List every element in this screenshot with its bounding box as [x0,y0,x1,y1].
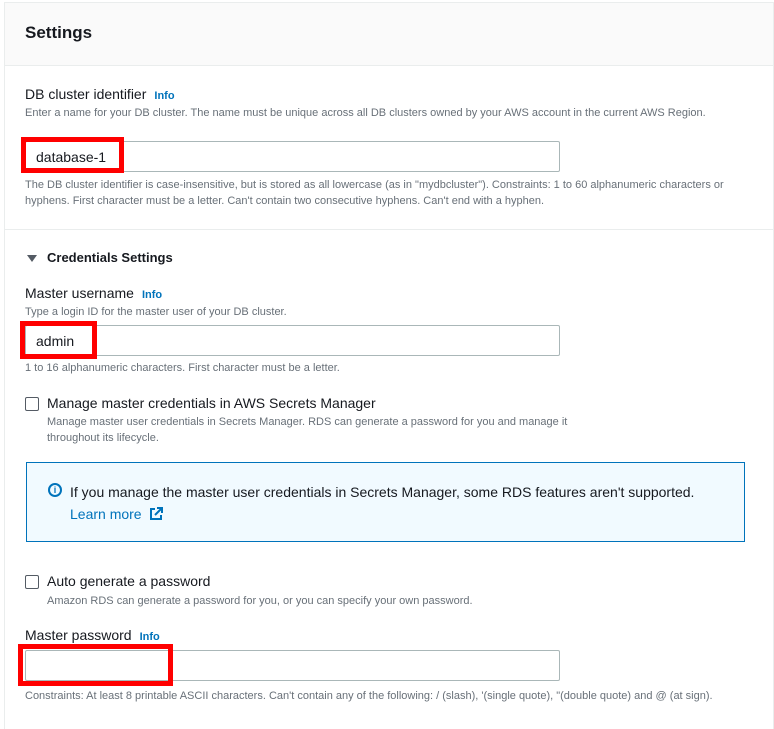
external-link-icon [150,507,164,520]
settings-header: Settings [4,2,774,66]
auto-generate-description: Amazon RDS can generate a password for y… [47,595,473,607]
auto-generate-label[interactable]: Auto generate a password [47,573,210,589]
master-username-input[interactable]: admin [25,325,560,356]
secrets-manager-label[interactable]: Manage master credentials in AWS Secrets… [47,395,376,411]
auto-generate-checkbox[interactable] [25,575,39,589]
section-divider [5,229,773,230]
db-identifier-label: DB cluster identifier [25,86,147,102]
db-identifier-constraint: The DB cluster identifier is case-insens… [25,179,724,207]
db-identifier-info-link[interactable]: Info [154,90,174,102]
master-password-label-row: Master password Info [25,627,160,643]
db-identifier-label-row: DB cluster identifier Info [25,86,175,102]
master-username-label: Master username [25,285,134,301]
learn-more-link[interactable]: Learn more [70,506,164,522]
alert-text: If you manage the master user credential… [70,484,695,500]
secrets-manager-alert: i If you manage the master user credenti… [26,462,745,542]
db-identifier-description: Enter a name for your DB cluster. The na… [25,107,706,119]
highlight-master-password [18,644,173,686]
credentials-settings-toggle[interactable]: Credentials Settings [27,250,173,265]
page-title: Settings [25,23,93,42]
secrets-manager-description: Manage master user credentials in Secret… [47,416,568,444]
credentials-settings-title: Credentials Settings [47,250,173,265]
info-circle-icon: i [48,483,62,497]
master-username-constraint: 1 to 16 alphanumeric characters. First c… [25,362,340,374]
secrets-manager-checkbox[interactable] [25,397,39,411]
highlight-master-username [20,321,97,359]
master-username-description: Type a login ID for the master user of y… [25,306,287,318]
highlight-db-identifier [21,137,124,173]
master-password-info-link[interactable]: Info [140,631,160,643]
master-password-label: Master password [25,627,132,643]
caret-down-icon [27,255,37,263]
master-username-label-row: Master username Info [25,285,162,301]
master-username-info-link[interactable]: Info [142,289,162,301]
learn-more-label: Learn more [70,506,142,522]
master-password-constraint: Constraints: At least 8 printable ASCII … [25,690,713,702]
